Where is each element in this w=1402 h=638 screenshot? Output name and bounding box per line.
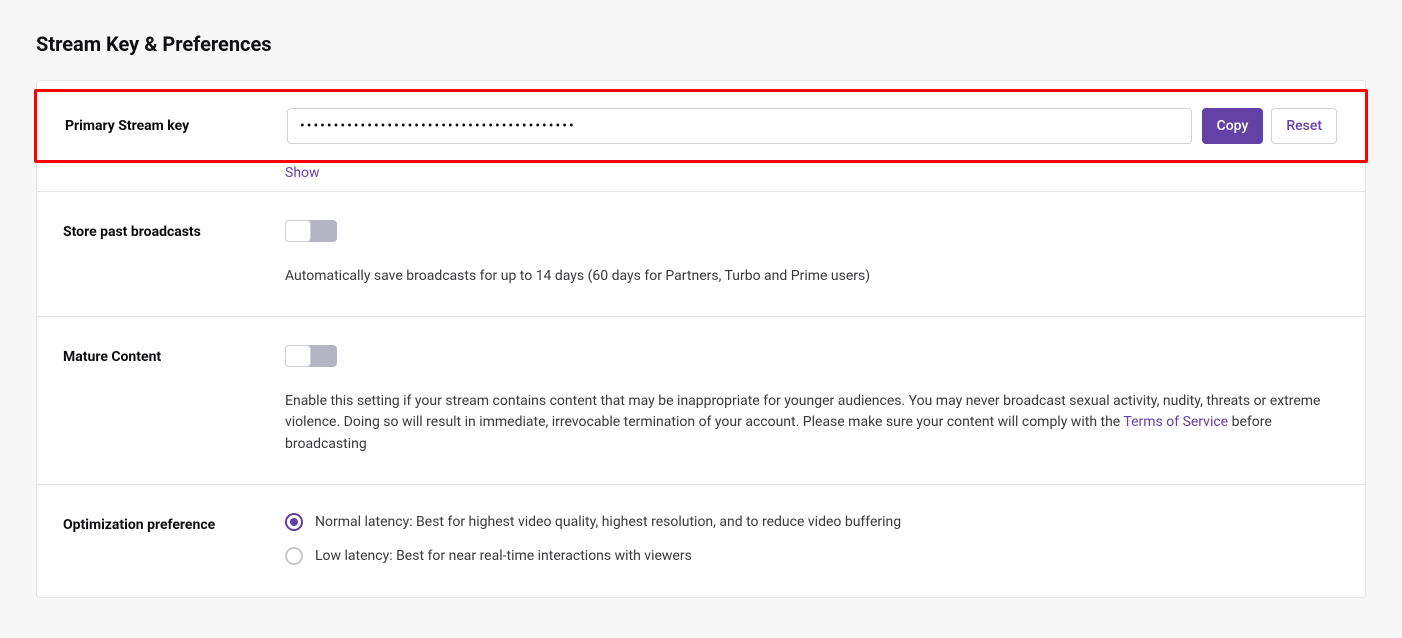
store-broadcasts-toggle[interactable]	[285, 220, 337, 242]
section-optimization: Optimization preference Normal latency: …	[37, 485, 1365, 597]
optimization-label: Optimization preference	[63, 513, 285, 533]
store-broadcasts-label: Store past broadcasts	[63, 220, 285, 240]
page-title: Stream Key & Preferences	[36, 32, 1366, 56]
section-stream-key: Primary Stream key Copy Reset Show	[37, 89, 1365, 192]
radio-icon	[285, 547, 303, 565]
stream-key-input[interactable]	[287, 108, 1192, 144]
highlight-box: Primary Stream key Copy Reset	[34, 89, 1368, 163]
mature-content-description: Enable this setting if your stream conta…	[285, 391, 1339, 456]
store-broadcasts-description: Automatically save broadcasts for up to …	[285, 266, 1339, 288]
radio-low-latency[interactable]: Low latency: Best for near real-time int…	[285, 547, 1339, 565]
section-store-broadcasts: Store past broadcasts Automatically save…	[37, 192, 1365, 317]
mature-content-toggle[interactable]	[285, 345, 337, 367]
radio-low-label: Low latency: Best for near real-time int…	[315, 548, 692, 564]
stream-key-label: Primary Stream key	[65, 118, 287, 134]
terms-of-service-link[interactable]: Terms of Service	[1123, 414, 1228, 430]
copy-button[interactable]: Copy	[1202, 108, 1264, 144]
toggle-knob	[285, 345, 311, 367]
section-mature-content: Mature Content Enable this setting if yo…	[37, 317, 1365, 485]
radio-normal-latency[interactable]: Normal latency: Best for highest video q…	[285, 513, 1339, 531]
mature-content-label: Mature Content	[63, 345, 285, 365]
preferences-panel: Primary Stream key Copy Reset Show Store…	[36, 80, 1366, 598]
toggle-knob	[285, 220, 311, 242]
radio-icon	[285, 513, 303, 531]
show-link[interactable]: Show	[285, 165, 320, 181]
reset-button[interactable]: Reset	[1271, 108, 1337, 144]
radio-normal-label: Normal latency: Best for highest video q…	[315, 514, 901, 530]
